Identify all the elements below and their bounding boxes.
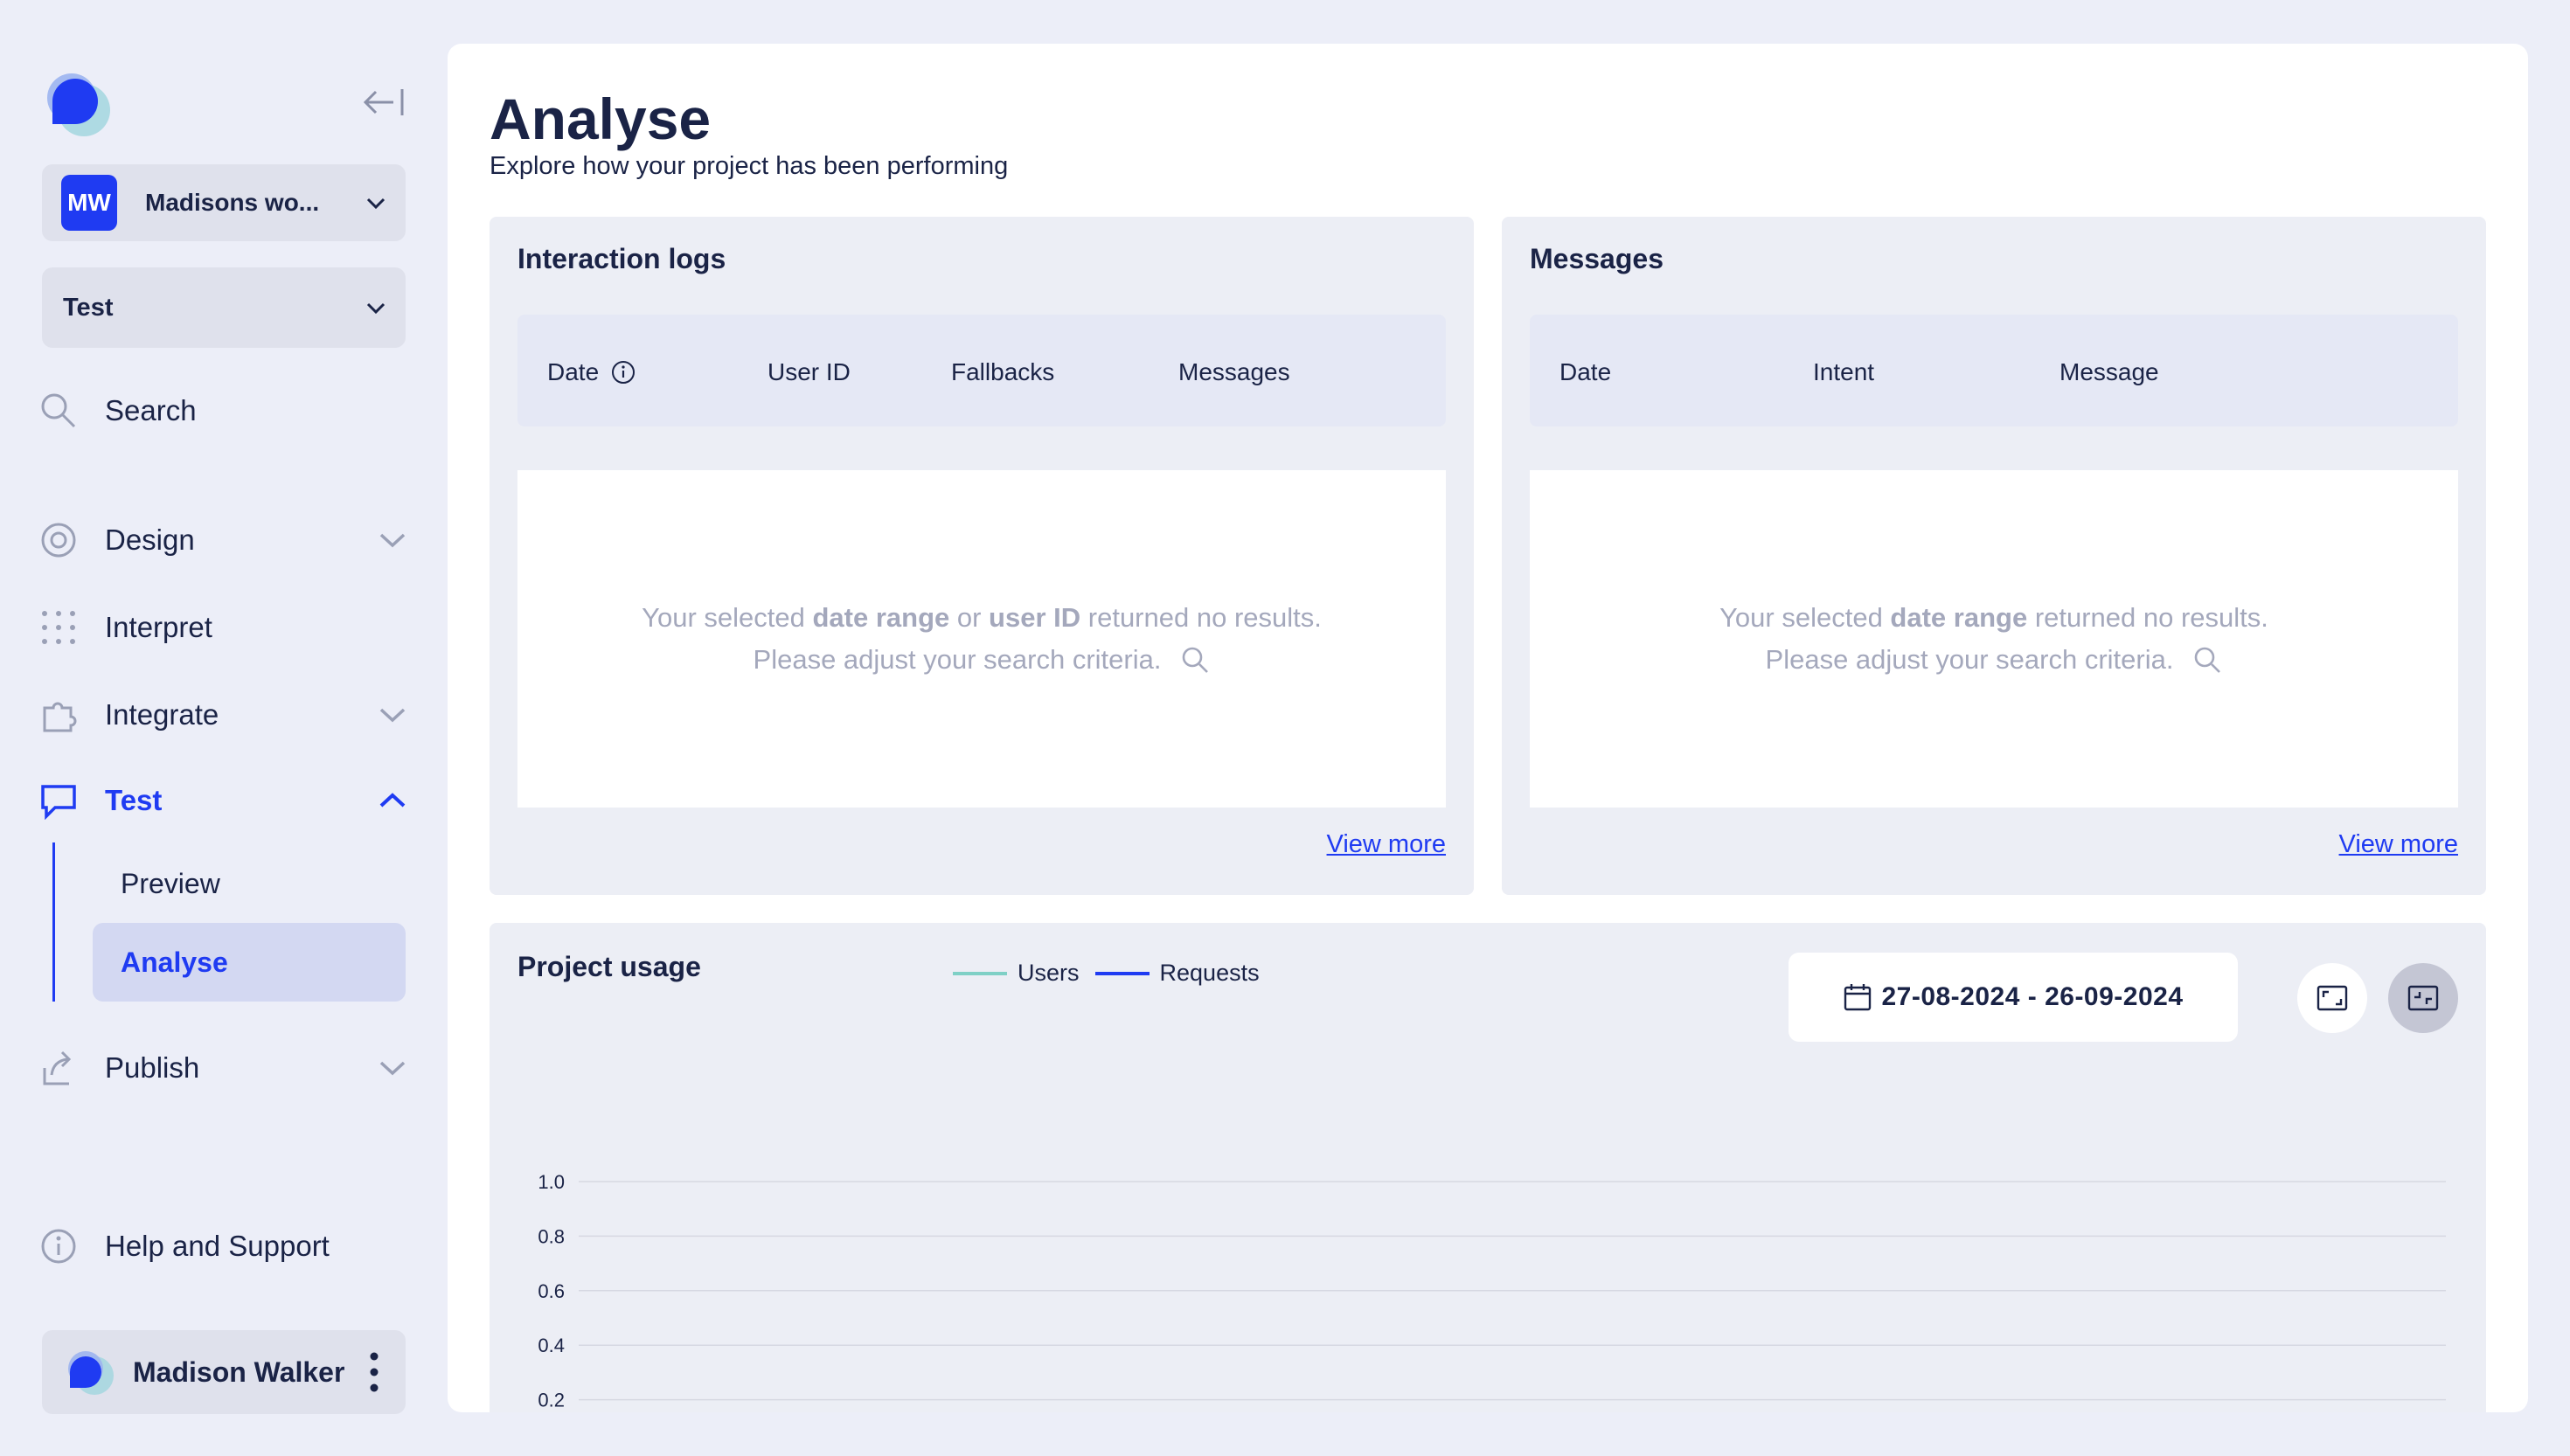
chevron-up-icon [379,793,406,808]
chevron-down-icon [366,198,386,210]
view-more-link[interactable]: View more [1327,830,1446,859]
date-range-picker[interactable]: 27-08-2024 - 26-09-2024 [1789,953,2238,1042]
search-icon [38,391,79,431]
more-vertical-icon[interactable] [365,1349,383,1395]
sidebar-item-design[interactable]: Design [38,512,414,568]
column-header-messages[interactable]: Messages [1178,358,1290,386]
empty-state: Your selected date range returned no res… [1530,470,2458,808]
workspace-avatar: MW [61,175,117,231]
info-icon[interactable] [611,360,636,385]
sidebar-item-label: Integrate [105,698,219,731]
sidebar-item-label: Design [105,523,195,556]
project-usage-panel: Project usage Users Requests 27-08-2024 … [490,923,2486,1412]
collapse-icon [2407,985,2439,1011]
chevron-down-icon [379,708,406,723]
empty-state-line2: Please adjust your search criteria. [754,639,1211,681]
usage-line-chart: 1.00.80.60.40.20 [538,1171,2446,1411]
sidebar-item-label: Interpret [105,611,212,643]
y-tick-label: 0.2 [538,1390,565,1411]
empty-state: Your selected date range or user ID retu… [517,470,1446,808]
app-logo [40,66,115,138]
search-icon [2195,647,2221,673]
legend-swatch [1094,971,1150,975]
workspace-name: Madisons wo... [145,189,320,216]
collapse-chart-button[interactable] [2388,963,2458,1033]
legend-swatch [953,971,1007,975]
sidebar-item-label: Publish [105,1051,200,1084]
expand-icon [2316,985,2348,1011]
search-icon [1183,647,1209,673]
empty-state-line1: Your selected date range returned no res… [1719,602,2268,633]
messages-panel: Messages Date Intent Message Your select… [1502,217,2486,895]
table-header: Date Intent Message [1530,315,2458,426]
y-tick-label: 0.4 [538,1335,565,1356]
project-name: Test [63,293,114,322]
sidebar-subitem-preview[interactable]: Preview [93,844,406,923]
column-header-date[interactable]: Date [547,358,636,386]
panel-title: Messages [1530,243,1664,274]
chevron-down-icon [379,1061,406,1076]
legend-item-users[interactable]: Users [953,960,1080,987]
user-card[interactable]: Madison Walker [42,1330,406,1414]
design-icon [38,520,79,560]
sidebar-subitem-analyse[interactable]: Analyse [93,923,406,1002]
sidebar-item-publish[interactable]: Publish [38,1040,414,1096]
sidebar-item-label: Help and Support [105,1230,330,1262]
collapse-sidebar-icon[interactable] [358,80,411,124]
main-content: Analyse Explore how your project has bee… [448,44,2528,1412]
interpret-icon [38,607,79,648]
interaction-logs-panel: Interaction logs Date User ID Fallbacks … [490,217,1474,895]
chevron-down-icon [366,302,386,315]
page-title: Analyse [490,87,712,151]
empty-state-line2: Please adjust your search criteria. [1766,639,2223,681]
workspace-selector[interactable]: MW Madisons wo... [42,164,406,241]
project-selector[interactable]: Test [42,267,406,348]
y-tick-label: 1.0 [538,1171,565,1193]
publish-icon [38,1048,79,1088]
column-header-date[interactable]: Date [1559,358,1611,386]
panel-title: Project usage [517,951,701,982]
sidebar-subitem-label: Analyse [121,946,228,978]
page-subtitle: Explore how your project has been perfor… [490,152,1009,180]
view-more-link[interactable]: View more [2339,830,2458,859]
legend-item-requests[interactable]: Requests [1094,960,1260,987]
chat-icon [38,780,79,821]
user-name: Madison Walker [133,1355,345,1388]
sidebar-item-integrate[interactable]: Integrate [38,687,414,743]
info-icon [38,1226,79,1266]
y-tick-label: 0.8 [538,1225,565,1247]
empty-state-line1: Your selected date range or user ID retu… [642,602,1322,633]
column-header-message[interactable]: Message [2059,358,2159,386]
sidebar-item-interpret[interactable]: Interpret [38,600,414,655]
sidebar-item-help[interactable]: Help and Support [38,1218,414,1274]
submenu-indicator-line [52,842,55,1002]
chart-legend: Users Requests [953,960,1275,987]
column-header-intent[interactable]: Intent [1813,358,1874,386]
sidebar-item-test[interactable]: Test [38,773,414,829]
sidebar: MW Madisons wo... Test Search Design Int… [0,0,446,1456]
sidebar-item-search[interactable]: Search [38,383,414,439]
column-header-user-id[interactable]: User ID [768,358,851,386]
column-header-fallbacks[interactable]: Fallbacks [951,358,1054,386]
date-range-text: 27-08-2024 - 26-09-2024 [1881,982,2184,1011]
table-header: Date User ID Fallbacks Messages [517,315,1446,426]
panel-title: Interaction logs [517,243,726,274]
avatar [68,1351,114,1395]
puzzle-icon [38,695,79,735]
y-tick-label: 0.6 [538,1280,565,1302]
sidebar-item-label: Search [105,394,197,426]
expand-chart-button[interactable] [2297,963,2367,1033]
chevron-down-icon [379,533,406,548]
calendar-icon [1844,984,1872,1011]
sidebar-item-label: Test [105,784,163,816]
sidebar-subitem-label: Preview [121,867,220,899]
